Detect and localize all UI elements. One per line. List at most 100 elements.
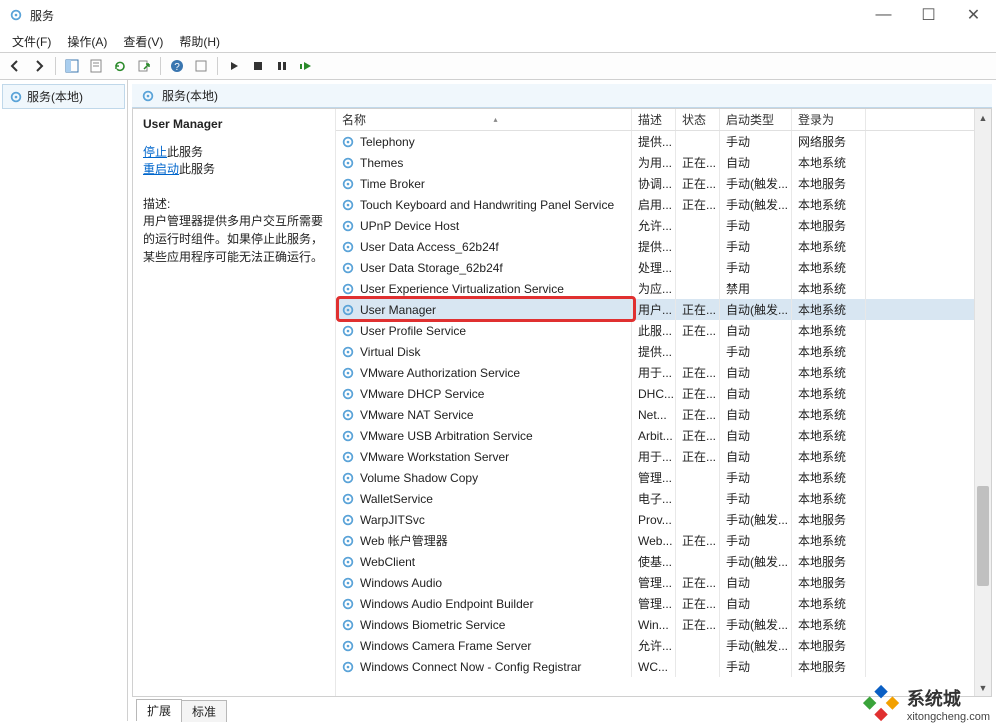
pane-header-icon — [140, 88, 156, 104]
service-row[interactable]: WalletService电子...手动本地系统 — [336, 488, 974, 509]
menu-view[interactable]: 查看(V) — [115, 31, 171, 52]
service-row[interactable]: Themes为用...正在...自动本地系统 — [336, 152, 974, 173]
service-status: 正在... — [676, 593, 720, 614]
selected-service-name: User Manager — [143, 117, 325, 131]
menu-action[interactable]: 操作(A) — [59, 31, 115, 52]
stop-link[interactable]: 停止 — [143, 145, 167, 159]
menu-file[interactable]: 文件(F) — [4, 31, 59, 52]
service-row[interactable]: Virtual Disk提供...手动本地系统 — [336, 341, 974, 362]
service-logon: 本地服务 — [792, 656, 866, 677]
toolbar-separator — [217, 57, 218, 75]
refresh-button[interactable] — [109, 55, 131, 77]
service-row[interactable]: Web 帐户管理器Web...正在...手动本地系统 — [336, 530, 974, 551]
service-row[interactable]: Windows Audio Endpoint Builder管理...正在...… — [336, 593, 974, 614]
service-row[interactable]: User Data Access_62b24f提供...手动本地系统 — [336, 236, 974, 257]
toolbar-separator — [55, 57, 56, 75]
service-desc: Win... — [632, 614, 676, 635]
service-row[interactable]: Time Broker协调...正在...手动(触发...本地服务 — [336, 173, 974, 194]
service-logon: 本地系统 — [792, 299, 866, 320]
back-button[interactable] — [4, 55, 26, 77]
service-icon — [340, 197, 356, 213]
service-status: 正在... — [676, 194, 720, 215]
service-startup: 手动(触发... — [720, 551, 792, 572]
service-desc: 提供... — [632, 236, 676, 257]
service-row[interactable]: WebClient使基...手动(触发...本地服务 — [336, 551, 974, 572]
help-button[interactable]: ? — [166, 55, 188, 77]
service-row[interactable]: UPnP Device Host允许...手动本地服务 — [336, 215, 974, 236]
service-icon — [340, 554, 356, 570]
service-row[interactable]: Windows Biometric ServiceWin...正在...手动(触… — [336, 614, 974, 635]
work-area: 服务(本地) 服务(本地) User Manager 停止此服务 重启动此服务 … — [0, 80, 996, 721]
service-name: User Manager — [360, 303, 436, 317]
pause-service-button[interactable] — [271, 55, 293, 77]
tree-root-node[interactable]: 服务(本地) — [2, 84, 125, 109]
minimize-button[interactable]: — — [861, 0, 906, 30]
service-logon: 本地系统 — [792, 257, 866, 278]
start-service-button[interactable] — [223, 55, 245, 77]
service-row[interactable]: WarpJITSvcProv...手动(触发...本地服务 — [336, 509, 974, 530]
maximize-button[interactable]: ☐ — [906, 0, 951, 30]
col-name[interactable]: 名称▴ — [336, 109, 632, 130]
menu-help[interactable]: 帮助(H) — [171, 31, 228, 52]
list-body[interactable]: Telephony提供...手动网络服务Themes为用...正在...自动本地… — [336, 131, 974, 696]
service-row[interactable]: Telephony提供...手动网络服务 — [336, 131, 974, 152]
service-logon: 本地系统 — [792, 320, 866, 341]
description-label: 描述: — [143, 195, 325, 212]
service-row[interactable]: VMware Authorization Service用于...正在...自动… — [336, 362, 974, 383]
col-status[interactable]: 状态 — [676, 109, 720, 130]
service-row[interactable]: User Manager用户...正在...自动(触发...本地系统 — [336, 299, 974, 320]
tab-standard[interactable]: 标准 — [181, 700, 227, 722]
service-row[interactable]: Windows Camera Frame Server允许...手动(触发...… — [336, 635, 974, 656]
service-row[interactable]: User Experience Virtualization Service为应… — [336, 278, 974, 299]
pane-header-title: 服务(本地) — [162, 87, 218, 104]
service-row[interactable]: VMware DHCP ServiceDHC...正在...自动本地系统 — [336, 383, 974, 404]
tab-extended[interactable]: 扩展 — [136, 699, 182, 721]
service-row[interactable]: Touch Keyboard and Handwriting Panel Ser… — [336, 194, 974, 215]
service-row[interactable]: VMware USB Arbitration ServiceArbit...正在… — [336, 425, 974, 446]
service-status — [676, 341, 720, 362]
service-row[interactable]: VMware NAT ServiceNet...正在...自动本地系统 — [336, 404, 974, 425]
restart-link[interactable]: 重启动 — [143, 162, 179, 176]
service-icon — [340, 470, 356, 486]
col-description[interactable]: 描述 — [632, 109, 676, 130]
tree-pane: 服务(本地) — [0, 80, 128, 721]
close-button[interactable]: ✕ — [951, 0, 996, 30]
service-row[interactable]: User Data Storage_62b24f处理...手动本地系统 — [336, 257, 974, 278]
service-icon — [340, 386, 356, 402]
service-name: Time Broker — [360, 177, 425, 191]
service-row[interactable]: Volume Shadow Copy管理...手动本地系统 — [336, 467, 974, 488]
action-button[interactable] — [190, 55, 212, 77]
service-row[interactable]: Windows Connect Now - Config RegistrarWC… — [336, 656, 974, 677]
service-logon: 本地系统 — [792, 236, 866, 257]
service-icon — [340, 449, 356, 465]
service-desc: 用户... — [632, 299, 676, 320]
service-status: 正在... — [676, 614, 720, 635]
service-status: 正在... — [676, 404, 720, 425]
forward-button[interactable] — [28, 55, 50, 77]
service-detail-panel: User Manager 停止此服务 重启动此服务 描述: 用户管理器提供多用户… — [133, 109, 335, 696]
show-hide-tree-button[interactable] — [61, 55, 83, 77]
service-startup: 手动 — [720, 236, 792, 257]
vertical-scrollbar[interactable]: ▲ ▼ — [974, 109, 991, 696]
service-startup: 自动 — [720, 593, 792, 614]
stop-service-button[interactable] — [247, 55, 269, 77]
service-icon — [340, 512, 356, 528]
restart-service-button[interactable] — [295, 55, 317, 77]
scroll-thumb[interactable] — [977, 486, 989, 586]
service-name: Windows Audio — [360, 576, 442, 590]
export-button[interactable] — [133, 55, 155, 77]
properties-button[interactable] — [85, 55, 107, 77]
service-row[interactable]: Windows Audio管理...正在...自动本地服务 — [336, 572, 974, 593]
service-startup: 手动 — [720, 257, 792, 278]
scroll-up-button[interactable]: ▲ — [975, 109, 991, 126]
col-logon[interactable]: 登录为 — [792, 109, 866, 130]
service-name: User Profile Service — [360, 324, 466, 338]
service-row[interactable]: VMware Workstation Server用于...正在...自动本地系… — [336, 446, 974, 467]
service-row[interactable]: User Profile Service此服...正在...自动本地系统 — [336, 320, 974, 341]
scroll-track[interactable] — [975, 126, 991, 679]
col-startup[interactable]: 启动类型 — [720, 109, 792, 130]
tree-root-label: 服务(本地) — [27, 88, 83, 105]
service-name: Touch Keyboard and Handwriting Panel Ser… — [360, 198, 614, 212]
service-status: 正在... — [676, 446, 720, 467]
service-logon: 本地系统 — [792, 341, 866, 362]
